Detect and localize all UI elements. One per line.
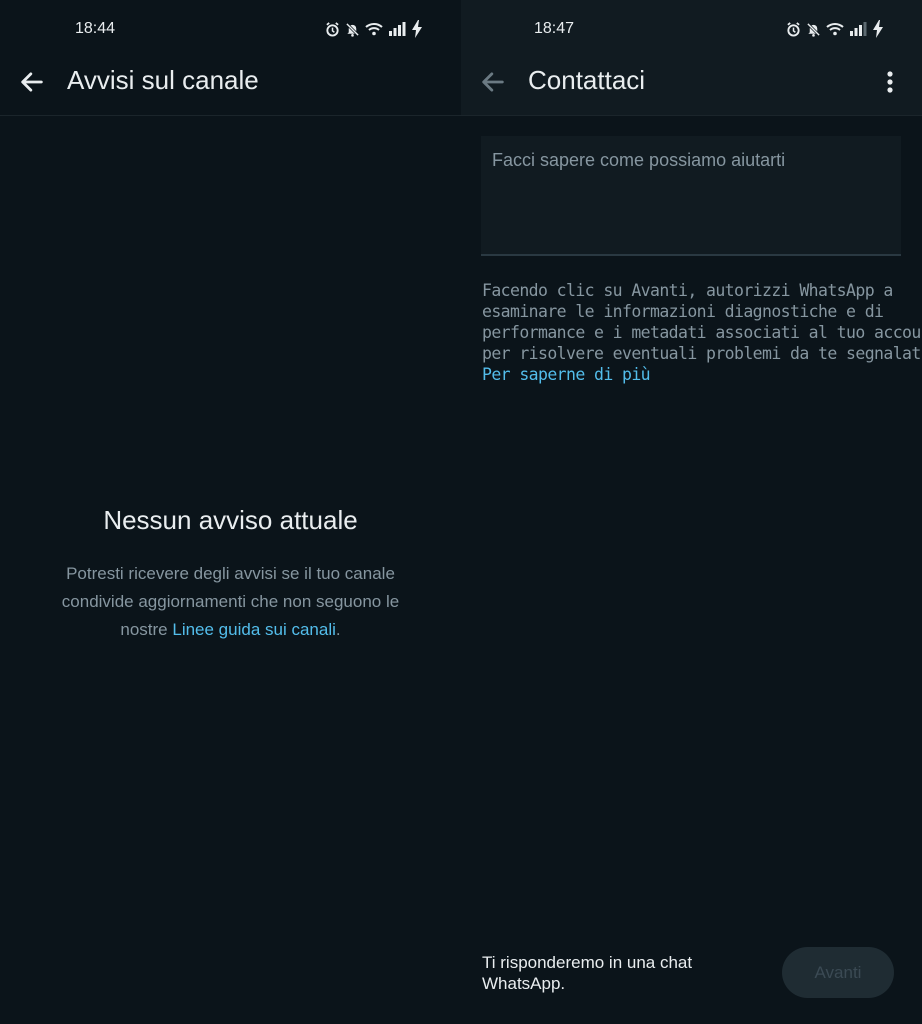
back-arrow-icon[interactable] (18, 68, 46, 96)
help-message-input[interactable]: Facci sapere come possiamo aiutarti (481, 136, 901, 256)
status-bar: 18:44 (0, 0, 461, 58)
empty-desc-line1: Potresti ricevere degli avvisi se il tuo… (66, 564, 395, 583)
empty-desc-line3-prefix: nostre (120, 620, 173, 639)
alarm-icon (787, 21, 800, 37)
status-time: 18:47 (534, 20, 575, 37)
page-title: Contattaci (528, 65, 646, 95)
status-time: 18:44 (75, 20, 116, 37)
status-icons (325, 20, 423, 38)
disclaimer-line: performance e i metadati associati al tu… (482, 323, 922, 342)
more-options-icon[interactable] (880, 68, 900, 96)
channel-alerts-screen: 18:44 Avvisi sul canale Nessun avviso at… (0, 0, 461, 1024)
app-bar: Avvisi sul canale (0, 58, 461, 116)
empty-desc-suffix: . (335, 620, 341, 639)
empty-state-title: Nessun avviso attuale (103, 505, 358, 535)
mute-icon (345, 22, 360, 37)
wifi-icon (365, 23, 383, 36)
reply-info-line1: Ti risponderemo in una chat (482, 953, 693, 972)
contact-us-screen: 18:47 Contattaci Facci sapere come possi… (461, 0, 922, 1024)
app-bar: Contattaci (461, 58, 922, 116)
wifi-icon (826, 23, 844, 36)
next-button[interactable]: Avanti (782, 947, 894, 998)
page-title: Avvisi sul canale (67, 65, 259, 95)
disclaimer-line: esaminare le informazioni diagnostiche e… (482, 302, 884, 321)
disclaimer-line: per risolvere eventuali problemi da te s… (482, 344, 922, 363)
alarm-icon (326, 21, 339, 37)
empty-state-description: Potresti ricevere degli avvisi se il tuo… (30, 560, 431, 644)
mute-icon (806, 22, 821, 37)
reply-info-text: Ti risponderemo in una chat WhatsApp. (482, 952, 742, 994)
empty-desc-line2: condivide aggiornamenti che non seguono … (61, 592, 400, 611)
back-arrow-icon[interactable] (479, 68, 507, 96)
diagnostics-disclaimer: Facendo clic su Avanti, autorizzi WhatsA… (482, 280, 922, 385)
disclaimer-line: Facendo clic su Avanti, autorizzi WhatsA… (482, 281, 893, 300)
reply-info-line2: WhatsApp. (482, 974, 566, 993)
status-bar: 18:47 (461, 0, 922, 58)
help-message-placeholder: Facci sapere come possiamo aiutarti (492, 150, 786, 170)
signal-icon (389, 22, 406, 36)
charging-icon (873, 20, 883, 38)
charging-icon (412, 20, 422, 38)
signal-icon (850, 22, 867, 36)
learn-more-link[interactable]: Per saperne di più (482, 364, 907, 385)
channel-guidelines-link[interactable]: Linee guida sui canali (172, 620, 336, 639)
status-icons (786, 20, 884, 38)
